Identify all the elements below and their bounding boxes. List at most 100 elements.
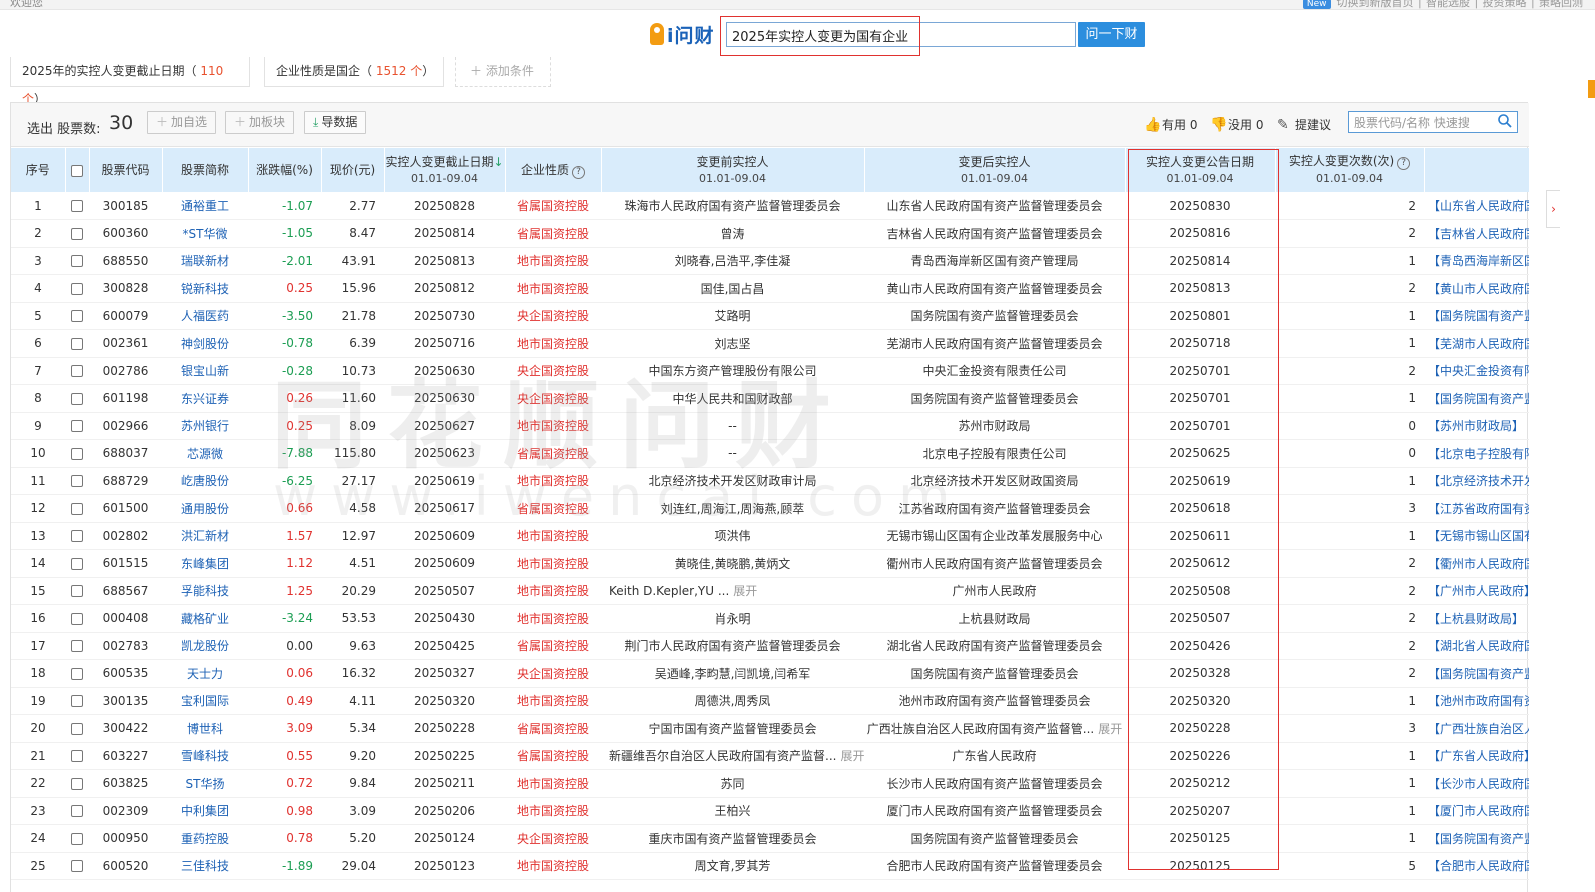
row-checkbox[interactable] (65, 192, 89, 220)
controller-detail-text[interactable]: 【芜湖市人民政府国 (1428, 337, 1529, 351)
expand-link[interactable]: 展开 (840, 749, 864, 763)
stock-code-text[interactable]: 601198 (103, 391, 149, 405)
stock-name-text[interactable]: 瑞联新材 (181, 254, 229, 268)
col-after[interactable]: 变更后实控人 01.01-09.04 (864, 148, 1126, 192)
controller-detail[interactable]: 【芜湖市人民政府国 (1424, 329, 1529, 358)
stock-code[interactable]: 300422 (89, 714, 162, 743)
stock-name-text[interactable]: 苏州银行 (181, 419, 229, 433)
row-checkbox[interactable] (65, 687, 89, 715)
stock-name[interactable]: 博世科 (162, 714, 248, 743)
stock-name-text[interactable]: 芯源微 (187, 447, 223, 461)
stock-code[interactable]: 000408 (89, 604, 162, 633)
stock-code[interactable]: 600360 (89, 219, 162, 248)
col-times[interactable]: 实控人变更次数(次)? 01.01-09.04 (1275, 148, 1425, 192)
expand-link[interactable]: 展开 (733, 584, 757, 598)
controller-detail[interactable]: 【国务院国有资产监 (1424, 384, 1529, 413)
row-checkbox-box[interactable] (71, 420, 83, 433)
controller-detail-text[interactable]: 【广州市人民政府】 (1428, 584, 1529, 598)
stock-name[interactable]: 东峰集团 (162, 549, 248, 578)
stock-name[interactable]: 孚能科技 (162, 577, 248, 605)
stock-code[interactable]: 688550 (89, 247, 162, 275)
stock-name-text[interactable]: ST华扬 (186, 777, 225, 791)
table-row[interactable]: 24 000950 重药控股 0.78 5.20 20250124 央企国资控股 重庆市国有资… (11, 824, 1529, 853)
row-checkbox[interactable] (65, 384, 89, 413)
controller-detail[interactable]: 【广西壮族自治区人 (1424, 714, 1529, 743)
table-row[interactable]: 11 688729 屹唐股份 -6.25 27.17 20250619 地市国资控股 北京经济… (11, 467, 1529, 495)
iwencai-logo[interactable]: i问财 (650, 20, 715, 48)
row-checkbox[interactable] (65, 549, 89, 578)
controller-detail-text[interactable]: 【黄山市人民政府国 (1428, 282, 1529, 296)
stock-name-text[interactable]: 银宝山新 (181, 364, 229, 378)
stock-name-text[interactable]: 中利集团 (181, 804, 229, 818)
controller-detail[interactable]: 【厦门市人民政府国 (1424, 797, 1529, 825)
row-checkbox-box[interactable] (71, 200, 83, 212)
row-checkbox-box[interactable] (71, 860, 83, 873)
stock-code-text[interactable]: 002783 (103, 639, 149, 653)
stock-code-text[interactable]: 000950 (103, 831, 149, 845)
row-checkbox[interactable] (65, 494, 89, 523)
table-row[interactable]: 14 601515 东峰集团 1.12 4.51 20250609 地市国资控股 黄晓佳,黄晓… (11, 549, 1529, 578)
select-all-checkbox[interactable] (71, 164, 83, 177)
stock-name[interactable]: 凯龙股份 (162, 632, 248, 660)
stock-code-text[interactable]: 600079 (103, 309, 149, 323)
stock-name-text[interactable]: 人福医药 (181, 309, 229, 323)
stock-code[interactable]: 002309 (89, 797, 162, 825)
stock-code-text[interactable]: 002966 (103, 419, 149, 433)
table-row[interactable]: 22 603825 ST华扬 0.72 9.84 20250211 地市国资控股 苏同 长沙市人… (11, 769, 1529, 798)
table-row[interactable]: 10 688037 芯源微 -7.88 115.80 20250623 省属国资控股 -- 北京… (11, 439, 1529, 468)
row-checkbox-box[interactable] (71, 722, 83, 735)
controller-detail[interactable]: 【江苏省政府国有资 (1424, 494, 1529, 523)
stock-name-text[interactable]: 屹唐股份 (181, 474, 229, 488)
stock-code[interactable]: 600520 (89, 852, 162, 880)
stock-name[interactable]: 中利集团 (162, 797, 248, 825)
controller-detail-text[interactable]: 【青岛西海岸新区国 (1428, 254, 1529, 268)
help-icon[interactable]: ? (1397, 157, 1411, 170)
stock-name-text[interactable]: 神剑股份 (181, 337, 229, 351)
table-row[interactable]: 2 600360 *ST华微 -1.05 8.47 20250814 省属国资控股 曾涛 吉林省… (11, 219, 1529, 248)
controller-detail-text[interactable]: 【国务院国有资产监 (1428, 667, 1529, 681)
controller-detail[interactable]: 【山东省人民政府国 (1424, 192, 1529, 220)
row-checkbox-box[interactable] (71, 695, 83, 708)
quick-search-input[interactable]: 股票代码/名称 快速搜 (1348, 111, 1518, 133)
row-checkbox-box[interactable] (71, 447, 83, 460)
stock-code-text[interactable]: 688550 (103, 254, 149, 268)
row-checkbox-box[interactable] (71, 227, 83, 240)
stock-code[interactable]: 600535 (89, 659, 162, 688)
row-checkbox[interactable] (65, 274, 89, 303)
controller-detail[interactable]: 【长沙市人民政府国 (1424, 769, 1529, 798)
row-checkbox[interactable] (65, 219, 89, 248)
stock-code-text[interactable]: 600360 (103, 226, 149, 240)
controller-detail[interactable]: 【上杭县财政局】 (1424, 604, 1529, 633)
table-row[interactable]: 12 601500 通用股份 0.66 4.58 20250617 省属国资控股 刘连红,周海… (11, 494, 1529, 523)
stock-name-text[interactable]: 藏格矿业 (181, 612, 229, 626)
row-checkbox-box[interactable] (71, 750, 83, 763)
stock-name-text[interactable]: 东兴证券 (181, 392, 229, 406)
row-checkbox[interactable] (65, 659, 89, 688)
stock-code[interactable]: 300135 (89, 687, 162, 715)
stock-name[interactable]: 通裕重工 (162, 192, 248, 220)
controller-detail-text[interactable]: 【池州市政府国有资 (1428, 694, 1529, 708)
row-checkbox-box[interactable] (71, 612, 83, 625)
controller-detail-text[interactable]: 【广东省人民政府】 (1428, 749, 1529, 763)
sort-down-icon[interactable]: ↓ (493, 155, 503, 169)
table-row[interactable]: 6 002361 神剑股份 -0.78 6.39 20250716 地市国资控股 刘志坚 芜湖市… (11, 329, 1529, 358)
stock-name-text[interactable]: 锐新科技 (181, 282, 229, 296)
row-checkbox-box[interactable] (71, 530, 83, 543)
row-checkbox-box[interactable] (71, 777, 83, 790)
stock-name[interactable]: ST华扬 (162, 769, 248, 798)
stock-code[interactable]: 688729 (89, 467, 162, 495)
row-checkbox[interactable] (65, 329, 89, 358)
controller-detail-text[interactable]: 【吉林省人民政府国 (1428, 227, 1529, 241)
stock-name[interactable]: 三佳科技 (162, 852, 248, 880)
row-checkbox-box[interactable] (71, 310, 83, 323)
stock-name[interactable]: 宝利国际 (162, 687, 248, 715)
stock-code-text[interactable]: 600535 (103, 666, 149, 680)
controller-detail-text[interactable]: 【国务院国有资产监 (1428, 832, 1529, 846)
controller-detail-text[interactable]: 【中央汇金投资有限 (1428, 364, 1529, 378)
controller-detail[interactable]: 【苏州市财政局】 (1424, 412, 1529, 440)
stock-code-text[interactable]: 300185 (103, 199, 149, 213)
add-condition-button[interactable]: ＋ 添加条件 (455, 57, 551, 87)
stock-name-text[interactable]: *ST华微 (183, 227, 228, 241)
controller-detail-text[interactable]: 【无锡市锡山区国有 (1428, 529, 1529, 543)
condition-chip-1[interactable]: 2025年的实控人变更截止日期（ 110 个） (10, 57, 250, 106)
